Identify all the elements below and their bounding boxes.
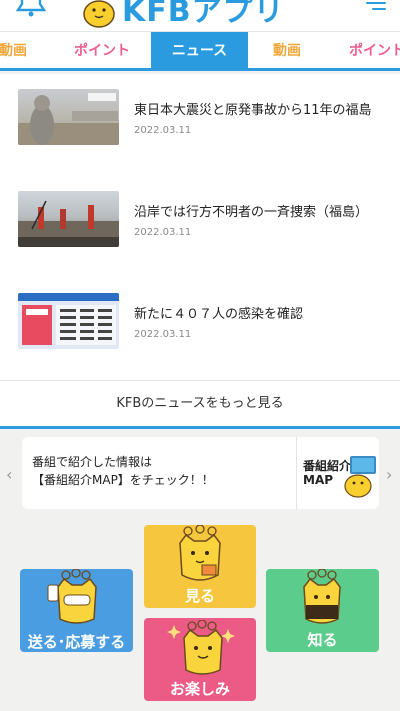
bell-icon[interactable] bbox=[14, 0, 48, 22]
category-tabs: 動画 ポイント ニュース 動画 ポイント bbox=[0, 31, 400, 71]
tab-point-left[interactable]: ポイント bbox=[56, 32, 148, 69]
news-date: 2022.03.11 bbox=[134, 227, 192, 238]
carousel-prev-icon[interactable]: ‹ bbox=[6, 465, 12, 484]
news-title: 新たに４０７人の感染を確認 bbox=[134, 307, 304, 322]
tile-shiru[interactable]: 知る bbox=[266, 569, 379, 652]
tile-okuru[interactable]: 送る･応募する bbox=[20, 569, 133, 652]
tile-otanoshimi[interactable]: お楽しみ bbox=[144, 618, 256, 701]
news-title: 沿岸では行方不明者の一斉捜索（福島） bbox=[134, 205, 369, 220]
program-map-banner[interactable]: 番組で紹介した情報は 【番組紹介MAP】をチェック！！ 番組紹介 MAP bbox=[22, 437, 379, 509]
news-item[interactable]: 沿岸では行方不明者の一斉捜索（福島） 2022.03.11 bbox=[18, 191, 388, 249]
tile-label: 見る bbox=[184, 587, 215, 605]
tile-label: 送る･応募する bbox=[27, 633, 126, 651]
tile-label: 知る bbox=[307, 631, 338, 649]
mascot-icon bbox=[47, 569, 97, 624]
hamburger-menu-icon[interactable] bbox=[366, 2, 386, 18]
banner-line: 【番組紹介MAP】をチェック！！ bbox=[32, 473, 214, 487]
tab-douga-left[interactable]: 動画 bbox=[0, 32, 38, 69]
mascot-logo-icon bbox=[83, 0, 115, 28]
news-title: 東日本大震災と原発事故から11年の福島 bbox=[134, 103, 372, 118]
news-thumbnail bbox=[18, 293, 119, 349]
carousel-next-icon[interactable]: › bbox=[386, 465, 392, 484]
news-item[interactable]: 新たに４０７人の感染を確認 2022.03.11 bbox=[18, 293, 388, 351]
logo-text: KFBアプリ bbox=[122, 0, 285, 29]
app-logo: KFBアプリ bbox=[80, 0, 285, 30]
divider bbox=[296, 437, 297, 509]
news-date: 2022.03.11 bbox=[134, 125, 192, 136]
tile-miru[interactable]: 見る bbox=[144, 525, 256, 608]
news-date: 2022.03.11 bbox=[134, 329, 192, 340]
tab-point-right[interactable]: ポイント bbox=[332, 32, 400, 69]
tab-news[interactable]: ニュース bbox=[151, 32, 248, 69]
tile-label: お楽しみ bbox=[169, 680, 230, 698]
mascot-icon bbox=[167, 620, 235, 675]
more-news-link[interactable]: KFBのニュースをもっと見る bbox=[0, 380, 400, 426]
news-list: 東日本大震災と原発事故から11年の福島 2022.03.11 沿岸では行方不明者… bbox=[0, 74, 400, 429]
mascot-icon bbox=[179, 525, 221, 581]
news-thumbnail bbox=[18, 191, 119, 247]
tab-douga-right[interactable]: 動画 bbox=[254, 32, 320, 69]
banner-message: 番組で紹介した情報は 【番組紹介MAP】をチェック！！ bbox=[32, 453, 214, 489]
news-item[interactable]: 東日本大震災と原発事故から11年の福島 2022.03.11 bbox=[18, 89, 388, 147]
banner-line: 番組で紹介した情報は bbox=[32, 455, 153, 469]
app-header: KFBアプリ bbox=[0, 0, 400, 31]
mascot-icon bbox=[303, 569, 341, 624]
mascot-icon bbox=[344, 474, 372, 498]
news-thumbnail bbox=[18, 89, 119, 145]
